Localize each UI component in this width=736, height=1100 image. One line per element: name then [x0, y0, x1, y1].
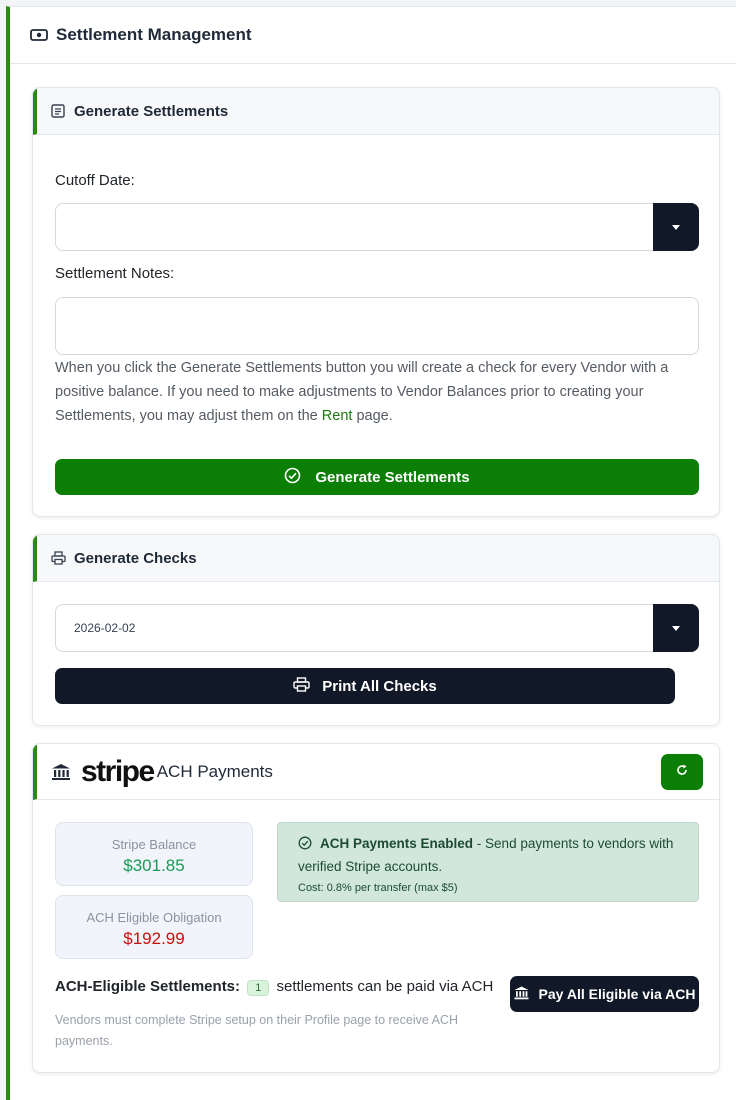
- check-date-dropdown-button[interactable]: [653, 604, 699, 652]
- card-title: Generate Settlements: [74, 102, 229, 120]
- print-all-checks-button[interactable]: Print All Checks: [55, 668, 675, 704]
- button-label: Pay All Eligible via ACH: [538, 986, 696, 1002]
- alert-cost: Cost: 0.8% per transfer (max $5): [298, 882, 458, 894]
- settlement-management-card: Settlement Management Generate Settlemen…: [6, 6, 736, 1100]
- bank-icon: [51, 763, 71, 781]
- stripe-logo: stripe: [81, 754, 155, 788]
- chevron-down-icon: [672, 625, 680, 631]
- check-date-input[interactable]: 2026-02-02: [55, 604, 655, 652]
- generate-settlements-help-text: When you click the Generate Settlements …: [55, 356, 705, 428]
- page-title: Settlement Management: [56, 25, 252, 44]
- ach-eligible-label: ACH-Eligible Settlements:: [55, 978, 241, 995]
- refresh-button[interactable]: [661, 754, 703, 790]
- eligible-count-badge: 1: [247, 980, 270, 996]
- cutoff-date-dropdown-button[interactable]: [653, 203, 699, 251]
- ach-eligible-text: settlements can be paid via ACH: [276, 978, 494, 995]
- ach-payments-title: ACH Payments: [156, 761, 273, 781]
- chevron-down-icon: [672, 224, 680, 230]
- alert-title: ACH Payments Enabled: [320, 836, 474, 851]
- button-label: Print All Checks: [322, 677, 437, 695]
- generate-checks-header: Generate Checks: [33, 535, 719, 582]
- ach-obligation-value: $192.99: [123, 929, 185, 948]
- printer-icon: [293, 676, 310, 696]
- stripe-balance-box: Stripe Balance $301.85: [55, 822, 253, 886]
- ach-setup-note: Vendors must complete Stripe setup on th…: [55, 1013, 458, 1048]
- stripe-balance-label: Stripe Balance: [111, 837, 197, 852]
- refresh-icon: [676, 763, 688, 781]
- bank-icon: [514, 986, 529, 1003]
- stripe-balance-value: $301.85: [123, 856, 185, 875]
- ach-eligible-row: ACH-Eligible Settlements: 1 settlements …: [55, 978, 493, 996]
- rent-page-link[interactable]: Rent: [322, 408, 353, 424]
- cutoff-date-label: Cutoff Date:: [55, 172, 135, 189]
- ach-payments-card: stripe ACH Payments Stripe Balance $301.…: [32, 743, 720, 1073]
- ach-enabled-alert: ACH Payments Enabled - Send payments to …: [277, 822, 699, 902]
- generate-settlements-button[interactable]: Generate Settlements: [55, 459, 699, 495]
- check-circle-icon: [284, 467, 301, 488]
- document-icon: [51, 104, 65, 118]
- settlement-notes-label: Settlement Notes:: [55, 265, 175, 282]
- generate-checks-card: Generate Checks 2026-02-02 Print All Che…: [32, 534, 720, 726]
- generate-settlements-header: Generate Settlements: [33, 88, 719, 135]
- settlement-notes-textarea[interactable]: [55, 297, 699, 355]
- generate-settlements-card: Generate Settlements Cutoff Date: Settle…: [32, 87, 720, 517]
- printer-icon: [51, 551, 66, 565]
- check-circle-icon: [298, 835, 312, 856]
- button-label: Generate Settlements: [315, 468, 470, 486]
- ach-obligation-label: ACH Eligible Obligation: [86, 910, 222, 925]
- help-text-end: page.: [352, 408, 393, 424]
- ach-obligation-box: ACH Eligible Obligation $192.99: [55, 895, 253, 959]
- ach-payments-header: stripe ACH Payments: [33, 744, 719, 800]
- card-title: Generate Checks: [74, 549, 197, 567]
- money-icon: [30, 28, 48, 42]
- cutoff-date-input[interactable]: [55, 203, 655, 251]
- pay-all-eligible-ach-button[interactable]: Pay All Eligible via ACH: [510, 976, 699, 1012]
- page-header: Settlement Management: [10, 7, 736, 64]
